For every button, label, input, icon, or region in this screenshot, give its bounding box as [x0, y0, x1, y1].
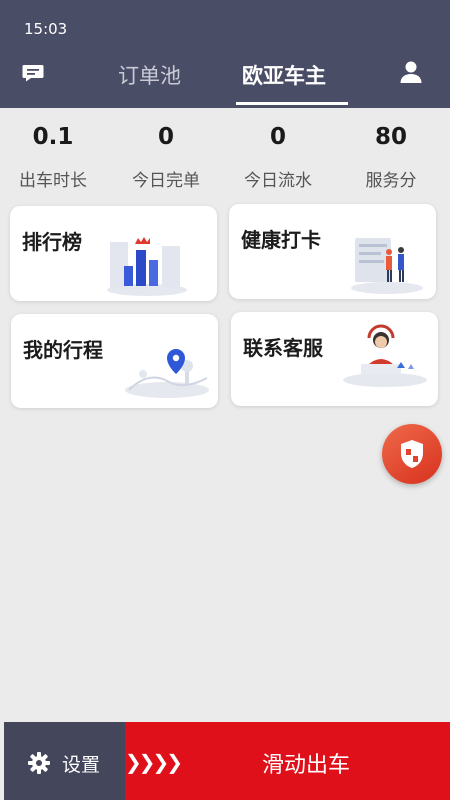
health-checkin-icon	[351, 238, 423, 294]
slide-label: 滑动出车	[262, 753, 351, 778]
card-title: 健康打卡	[241, 228, 321, 252]
status-time: 15:03	[24, 20, 68, 38]
top-header: 15:03 订单池 欧亚车主	[0, 0, 450, 108]
gear-icon	[28, 752, 50, 774]
map-pin-icon	[125, 349, 209, 398]
stats-row: 0.1 出车时长 0 今日完单 0 今日流水 80 服务分	[0, 120, 450, 200]
settings-button[interactable]: 设置	[4, 722, 125, 800]
chat-bubble-icon[interactable]	[22, 64, 44, 82]
stat-value: 0	[269, 124, 286, 150]
bottom-bar: 设置 ❯❯❯❯ 滑动出车	[0, 722, 450, 800]
stat-value: 0.1	[32, 124, 74, 150]
stat-service-score: 80 服务分	[336, 120, 446, 191]
stat-turnover: 0 今日流水	[223, 120, 333, 191]
my-trips-card[interactable]: 我的行程	[11, 314, 218, 408]
card-title: 联系客服	[243, 336, 323, 360]
ranking-bars-icon	[107, 237, 187, 296]
slide-to-start-button[interactable]: ❯❯❯❯ 滑动出车	[125, 722, 450, 800]
shield-icon	[401, 440, 423, 468]
health-checkin-card[interactable]: 健康打卡	[229, 204, 436, 299]
customer-service-card[interactable]: 联系客服	[231, 312, 438, 406]
stat-label: 今日流水	[244, 171, 312, 191]
stat-label: 今日完单	[132, 171, 200, 191]
active-tab-indicator	[236, 102, 348, 105]
customer-service-icon	[343, 324, 427, 387]
stat-completed-orders: 0 今日完单	[111, 120, 221, 191]
stat-label: 服务分	[365, 171, 417, 191]
safety-shield-button[interactable]	[382, 424, 442, 484]
card-title: 我的行程	[23, 338, 103, 362]
tab-euro-asia-owner[interactable]: 欧亚车主	[242, 60, 326, 90]
card-title: 排行榜	[22, 230, 82, 254]
stat-label: 出车时长	[19, 171, 87, 191]
stat-online-hours: 0.1 出车时长	[0, 120, 108, 191]
slide-arrows: ❯❯❯❯	[125, 750, 183, 774]
stat-value: 80	[374, 124, 407, 150]
settings-label: 设置	[62, 754, 101, 776]
user-icon[interactable]	[399, 60, 423, 84]
ranking-card[interactable]: 排行榜	[10, 206, 217, 301]
stat-value: 0	[157, 124, 174, 150]
tab-order-pool[interactable]: 订单池	[118, 60, 181, 90]
